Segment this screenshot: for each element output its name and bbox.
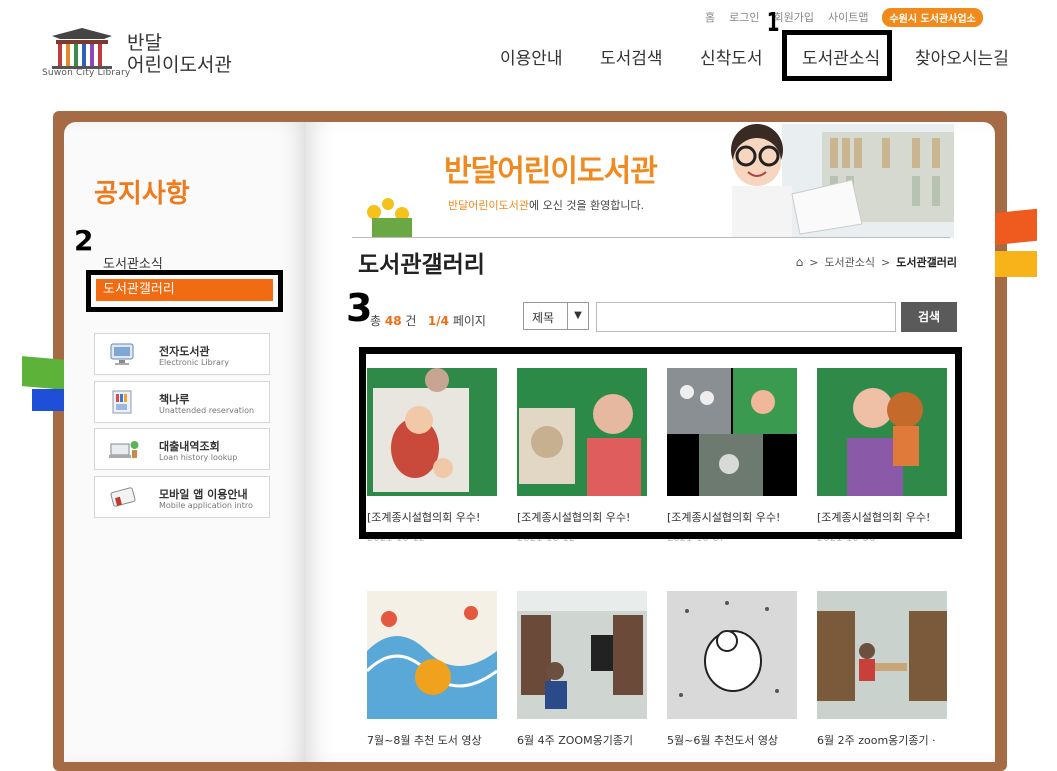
gallery-thumbnail[interactable]	[817, 591, 947, 719]
gallery-thumbnail[interactable]	[367, 591, 497, 719]
breadcrumb: ⌂ > 도서관소식 > 도서관갤러리	[795, 254, 957, 270]
quick-link-loan-history[interactable]: 대출내역조회 Loan history lookup	[94, 428, 270, 470]
laptop-plant-icon	[109, 441, 139, 458]
banner-subtitle-bold: 반달어린이도서관	[448, 199, 529, 212]
nav-directions[interactable]: 찾아오시는길	[915, 44, 1009, 69]
monitor-icon	[110, 343, 134, 365]
quick-link-book-locker[interactable]: 책나루 Unattended reservation	[94, 381, 270, 423]
banner-divider	[352, 237, 950, 238]
site-header: Suwon City Library 반달 어린이도서관 홈 로그인 회원가입 …	[0, 0, 1057, 110]
gallery-item-title[interactable]: 7월~8월 추천 도서 영상	[367, 732, 499, 748]
gallery-item[interactable]: 7월~8월 추천 도서 영상	[367, 591, 499, 756]
library-building-icon	[52, 28, 112, 69]
gallery-item-title[interactable]: 6월 2주 zoom옹기종기 ·	[817, 732, 949, 748]
breadcrumb-item-gallery: 도서관갤러리	[896, 256, 957, 269]
util-join-link[interactable]: 회원가입	[774, 9, 814, 25]
search-input[interactable]	[596, 302, 896, 332]
breadcrumb-item-news[interactable]: 도서관소식	[824, 254, 875, 270]
bookmark-tab-orange	[993, 208, 1037, 246]
banner-subtitle-rest: 에 오신 것을 환영합니다.	[528, 199, 645, 212]
quick-link-mobile-app[interactable]: 모바일 앱 이용안내 Mobile application intro	[94, 476, 270, 518]
annotation-box-sidebar	[86, 270, 283, 312]
page-title: 도서관갤러리	[358, 252, 485, 278]
gallery-thumbnail[interactable]	[667, 591, 797, 719]
gallery-item-title[interactable]: 5월~6월 추천도서 영상	[667, 732, 799, 748]
quick-link-ko: 전자도서관	[159, 345, 210, 358]
quick-link-en: Loan history lookup	[159, 453, 238, 462]
gallery-item[interactable]: 6월 4주 ZOOM옹기종기	[517, 591, 649, 756]
utility-links: 홈 로그인 회원가입 사이트맵 수원시 도서관사업소	[705, 7, 983, 27]
annotation-box-nav	[782, 30, 892, 81]
mobile-card-icon	[110, 487, 136, 507]
quick-link-en: Electronic Library	[159, 358, 229, 367]
logo-english-text: Suwon City Library	[42, 68, 131, 78]
total-count: 48	[384, 314, 402, 328]
banner-subtitle: 반달어린이도서관에 오신 것을 환영합니다.	[448, 197, 644, 213]
nav-new-books[interactable]: 신착도서	[700, 44, 763, 69]
site-logo[interactable]: Suwon City Library 반달 어린이도서관	[42, 28, 262, 84]
util-sitemap-link[interactable]: 사이트맵	[828, 9, 868, 25]
util-login-link[interactable]: 로그인	[729, 9, 759, 25]
search-field-select[interactable]: 제목 ▼	[523, 302, 589, 330]
banner-title: 반달어린이도서관	[444, 154, 658, 189]
library-office-badge-link[interactable]: 수원시 도서관사업소	[882, 7, 983, 27]
welcome-banner: 반달어린이도서관 반달어린이도서관에 오신 것을 환영합니다.	[352, 124, 954, 238]
quick-link-en: Mobile application intro	[159, 501, 253, 510]
home-icon[interactable]: ⌂	[796, 255, 804, 269]
gallery-item[interactable]: 5월~6월 추천도서 영상	[667, 591, 799, 756]
gallery-item-title[interactable]: 6월 4주 ZOOM옹기종기	[517, 732, 649, 748]
nav-book-search[interactable]: 도서검색	[600, 44, 663, 69]
quick-link-e-library[interactable]: 전자도서관 Electronic Library	[94, 333, 270, 375]
annotation-number-2: 2	[74, 224, 94, 257]
sidebar-title: 공지사항	[94, 179, 190, 209]
util-home-link[interactable]: 홈	[705, 9, 715, 25]
search-button[interactable]: 검색	[901, 302, 957, 332]
logo-korean-line2: 어린이도서관	[127, 54, 232, 76]
bookmark-tab-blue	[32, 389, 64, 411]
bookshelf-icon	[112, 390, 132, 414]
result-count: 총 48 건 1/4 페이지	[370, 314, 486, 328]
bookmark-tab-yellow	[993, 251, 1037, 277]
quick-link-ko: 대출내역조회	[159, 440, 220, 453]
quick-link-ko: 모바일 앱 이용안내	[159, 488, 248, 501]
annotation-number-3: 3	[346, 286, 373, 330]
quick-link-en: Unattended reservation	[159, 406, 255, 415]
nav-usage-guide[interactable]: 이용안내	[500, 44, 563, 69]
annotation-number-1: 1	[766, 8, 780, 38]
gallery-item[interactable]: 6월 2주 zoom옹기종기 ·	[817, 591, 949, 756]
gallery-thumbnail[interactable]	[517, 591, 647, 719]
quick-link-ko: 책나루	[159, 393, 190, 406]
bookmark-tab-green	[22, 356, 66, 390]
search-field-value: 제목	[532, 311, 555, 325]
chevron-down-icon: ▼	[567, 303, 588, 329]
annotation-box-gallery	[359, 347, 962, 539]
page-indicator: 1/4	[427, 314, 449, 328]
